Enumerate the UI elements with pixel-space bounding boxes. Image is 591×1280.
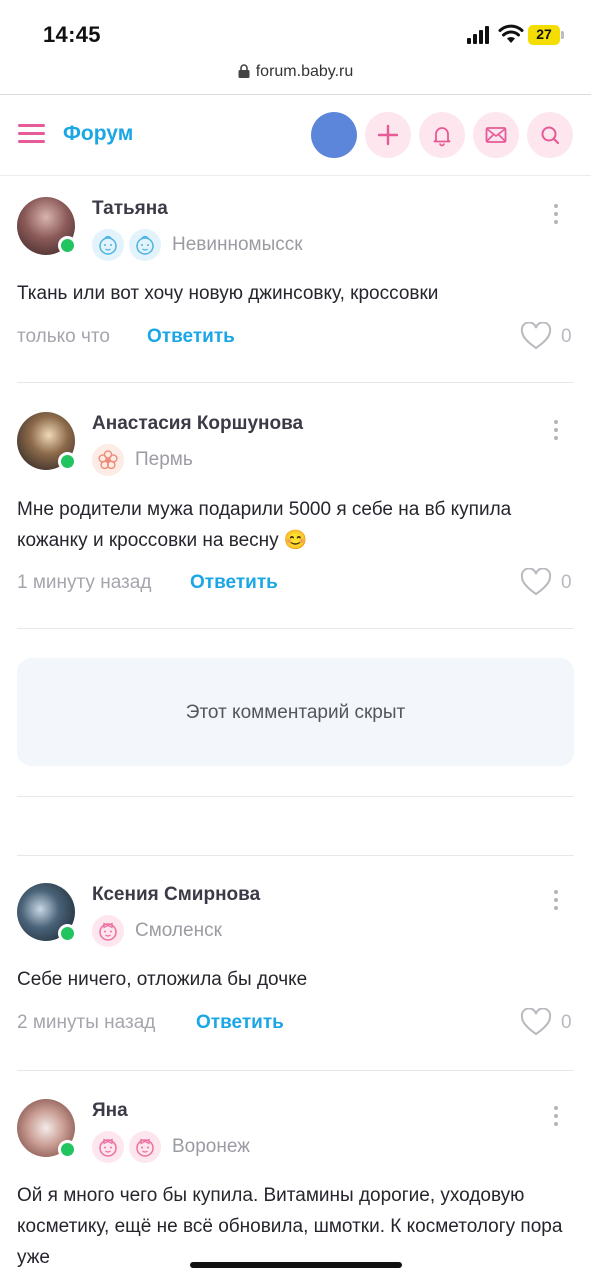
url-text: forum.baby.ru xyxy=(255,63,354,80)
comment-time: 1 минуту назад xyxy=(17,572,152,593)
online-indicator xyxy=(58,236,77,255)
comment-author[interactable]: Ксения Смирнова xyxy=(92,884,260,906)
heart-icon[interactable] xyxy=(520,1008,552,1036)
divider xyxy=(17,796,574,797)
lock-icon xyxy=(238,64,250,78)
status-bar: 14:45 27 xyxy=(0,0,591,60)
user-avatar[interactable] xyxy=(311,112,357,158)
divider xyxy=(17,855,574,856)
status-time: 14:45 xyxy=(43,22,101,47)
wifi-icon xyxy=(498,24,524,43)
kebab-icon[interactable] xyxy=(552,420,560,442)
comment-time: только что xyxy=(17,326,110,347)
battery-level: 27 xyxy=(536,26,552,42)
online-indicator xyxy=(58,452,77,471)
baby-girl-badge-icon xyxy=(92,915,124,947)
notifications-button[interactable] xyxy=(419,112,465,158)
heart-icon[interactable] xyxy=(520,322,552,350)
hamburger-menu-icon[interactable] xyxy=(18,124,46,146)
comment-text: Себе ничего, отложила бы дочке xyxy=(17,969,308,990)
divider xyxy=(17,1070,574,1071)
bell-icon xyxy=(433,127,451,147)
online-indicator xyxy=(58,1140,77,1159)
kebab-icon[interactable] xyxy=(552,204,560,226)
hidden-comment[interactable]: Этот комментарий скрыт xyxy=(17,658,574,766)
online-indicator xyxy=(58,924,77,943)
envelope-icon xyxy=(485,127,507,143)
home-indicator xyxy=(190,1262,402,1268)
forum-header: Форум xyxy=(0,95,591,176)
messages-button[interactable] xyxy=(473,112,519,158)
baby-girl-badge-icon xyxy=(129,1131,161,1163)
baby-boy-badge-icon xyxy=(92,229,124,261)
reply-button[interactable]: Ответить xyxy=(190,572,278,594)
divider xyxy=(17,628,574,629)
comment-city: Смоленск xyxy=(135,920,222,941)
cellular-signal-icon xyxy=(467,26,489,44)
page-title[interactable]: Форум xyxy=(63,122,133,146)
comment-author[interactable]: Анастасия Коршунова xyxy=(92,413,303,435)
baby-boy-badge-icon xyxy=(129,229,161,261)
url-bar[interactable]: forum.baby.ru xyxy=(0,60,591,95)
comment-time: 2 минуты назад xyxy=(17,1012,156,1033)
comment-text: Ткань или вот хочу новую джинсовку, крос… xyxy=(17,283,439,304)
reply-button[interactable]: Ответить xyxy=(147,326,235,348)
plus-icon xyxy=(377,124,399,146)
kebab-icon[interactable] xyxy=(552,890,560,912)
add-button[interactable] xyxy=(365,112,411,158)
flower-badge-icon xyxy=(92,444,124,476)
divider xyxy=(17,382,574,383)
comment-city: Невинномысск xyxy=(172,234,303,255)
baby-girl-badge-icon xyxy=(92,1131,124,1163)
search-icon xyxy=(541,126,560,145)
kebab-icon[interactable] xyxy=(552,1106,560,1128)
comment-author[interactable]: Яна xyxy=(92,1100,128,1122)
comment-author[interactable]: Татьяна xyxy=(92,198,168,220)
heart-icon[interactable] xyxy=(520,568,552,596)
like-count: 0 xyxy=(561,572,572,593)
like-count: 0 xyxy=(561,326,572,347)
reply-button[interactable]: Ответить xyxy=(196,1012,284,1034)
like-count: 0 xyxy=(561,1012,572,1033)
comment-text: Мне родители мужа подарили 5000 я себе н… xyxy=(17,499,512,551)
battery-icon: 27 xyxy=(528,25,564,45)
hidden-comment-text: Этот комментарий скрыт xyxy=(185,702,406,723)
comment-city: Воронеж xyxy=(172,1136,250,1157)
comment-city: Пермь xyxy=(135,449,193,470)
search-button[interactable] xyxy=(527,112,573,158)
